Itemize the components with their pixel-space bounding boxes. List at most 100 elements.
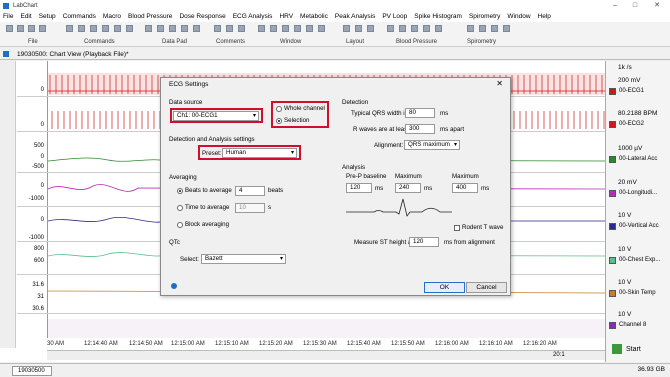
save-file-icon[interactable] — [28, 25, 35, 32]
window-icon[interactable] — [306, 25, 313, 32]
menu-help[interactable]: Help — [535, 13, 555, 20]
beats-to-average-radio[interactable] — [177, 188, 183, 194]
channel-row[interactable]: 00-ECG1 — [609, 86, 669, 96]
menu-spike-histogram[interactable]: Spike Histogram — [411, 13, 466, 20]
menu-pv-loop[interactable]: PV Loop — [379, 13, 411, 20]
menu-blood-pressure[interactable]: Blood Pressure — [125, 13, 176, 20]
rwaves-input[interactable]: 300 — [405, 124, 435, 134]
menu-setup[interactable]: Setup — [36, 13, 60, 20]
maximize-button[interactable]: □ — [626, 0, 644, 11]
max2-input[interactable]: 400 — [452, 183, 478, 193]
blood-pressure-icon[interactable] — [435, 25, 442, 32]
channel-range[interactable]: 10 V — [618, 212, 631, 219]
menu-ecg-analysis[interactable]: ECG Analysis — [230, 13, 277, 20]
new-file-icon[interactable] — [6, 25, 13, 32]
max1-input[interactable]: 240 — [395, 183, 421, 193]
command-icon[interactable] — [90, 25, 97, 32]
channel-range[interactable]: 10 V — [618, 279, 631, 286]
block-averaging-radio[interactable] — [177, 222, 183, 228]
spirometry-icon[interactable] — [503, 25, 510, 32]
close-icon[interactable]: ✕ — [496, 79, 503, 88]
spirometry-icon[interactable] — [491, 25, 498, 32]
datapad-icon[interactable] — [145, 25, 152, 32]
channel-row[interactable]: 00-Skin Temp — [609, 288, 669, 298]
open-file-icon[interactable] — [17, 25, 24, 32]
channel-range[interactable]: 10 V — [618, 246, 631, 253]
channel-range[interactable]: 80.2188 BPM — [618, 110, 657, 117]
channel-range[interactable]: 200 mV — [618, 77, 640, 84]
menu-commands[interactable]: Commands — [60, 13, 100, 20]
blood-pressure-icon[interactable] — [387, 25, 394, 32]
st-height-input[interactable]: 120 — [409, 237, 439, 247]
command-icon[interactable] — [114, 25, 121, 32]
prep-baseline-input[interactable]: 120 — [346, 183, 372, 193]
preset-select[interactable]: Human — [222, 148, 297, 158]
window-icon[interactable] — [258, 25, 265, 32]
zoom-level[interactable]: 20:1 — [553, 352, 565, 358]
channel-range[interactable]: 1000 µV — [618, 145, 642, 152]
command-icon[interactable] — [78, 25, 85, 32]
layout-icon[interactable] — [367, 25, 374, 32]
channel-row[interactable]: 00-Lateral Acc — [609, 154, 669, 164]
menu-edit[interactable]: Edit — [17, 13, 35, 20]
whole-channel-radio[interactable] — [276, 106, 282, 112]
menu-macro[interactable]: Macro — [100, 13, 125, 20]
datapad-icon[interactable] — [169, 25, 176, 32]
window-icon[interactable] — [318, 25, 325, 32]
file-tab[interactable]: 19030500 — [12, 366, 52, 376]
qtc-select[interactable]: Bazett — [201, 254, 286, 264]
time-scrollbar[interactable]: 20:1 — [47, 350, 605, 360]
ok-button[interactable]: OK — [424, 282, 465, 293]
cancel-button[interactable]: Cancel — [466, 282, 507, 293]
channel-range[interactable]: 10 V — [618, 311, 631, 318]
rodent-t-wave-checkbox[interactable] — [454, 225, 460, 231]
comment-icon[interactable] — [226, 25, 233, 32]
window-icon[interactable] — [294, 25, 301, 32]
window-icon[interactable] — [270, 25, 277, 32]
menu-peak-analysis[interactable]: Peak Analysis — [332, 13, 379, 20]
spirometry-icon[interactable] — [467, 25, 474, 32]
layout-icon[interactable] — [355, 25, 362, 32]
print-icon[interactable] — [39, 25, 46, 32]
datapad-icon[interactable] — [157, 25, 164, 32]
blood-pressure-icon[interactable] — [399, 25, 406, 32]
minimize-button[interactable]: – — [606, 0, 624, 11]
selection-radio[interactable] — [276, 118, 282, 124]
time-input[interactable]: 10 — [235, 203, 265, 213]
channel-range[interactable]: 20 mV — [618, 179, 637, 186]
menu-metabolic[interactable]: Metabolic — [297, 13, 332, 20]
comment-icon[interactable] — [238, 25, 245, 32]
comment-icon[interactable] — [214, 25, 221, 32]
document-tab[interactable]: 19030500: Chart View (Playback File)* — [0, 49, 670, 60]
menu-file[interactable]: File — [0, 13, 17, 20]
channel-select[interactable]: Ch1: 00-ECG1 — [173, 111, 259, 121]
channel-row[interactable]: 00-Chest Exp... — [609, 255, 669, 265]
blood-pressure-icon[interactable] — [423, 25, 430, 32]
spirometry-icon[interactable] — [479, 25, 486, 32]
command-icon[interactable] — [102, 25, 109, 32]
menu-dose-response[interactable]: Dose Response — [176, 13, 229, 20]
select-label: Select: — [180, 256, 199, 263]
menu-hrv[interactable]: HRV — [276, 13, 297, 20]
channel-row[interactable]: 00-ECG2 — [609, 119, 669, 129]
blood-pressure-icon[interactable] — [411, 25, 418, 32]
help-icon[interactable] — [171, 283, 177, 289]
qrs-width-input[interactable]: 80 — [405, 108, 435, 118]
command-icon[interactable] — [126, 25, 133, 32]
channel-row[interactable]: Channel 8 — [609, 320, 669, 330]
window-icon[interactable] — [282, 25, 289, 32]
channel-row[interactable]: 00-Vertical Acc — [609, 221, 669, 231]
datapad-icon[interactable] — [193, 25, 200, 32]
beats-input[interactable]: 4 — [235, 186, 265, 196]
datapad-icon[interactable] — [181, 25, 188, 32]
start-button[interactable]: Start — [612, 341, 662, 357]
menu-spirometry[interactable]: Spirometry — [466, 13, 504, 20]
alignment-select[interactable]: QRS maximum — [404, 140, 460, 150]
time-to-average-radio[interactable] — [177, 205, 183, 211]
channel-row[interactable]: 00-Longitudi... — [609, 188, 669, 198]
command-icon[interactable] — [66, 25, 73, 32]
menu-window[interactable]: Window — [504, 13, 534, 20]
close-window-button[interactable]: ✕ — [648, 0, 666, 11]
sample-rate[interactable]: 1k /s — [618, 64, 632, 71]
layout-icon[interactable] — [343, 25, 350, 32]
